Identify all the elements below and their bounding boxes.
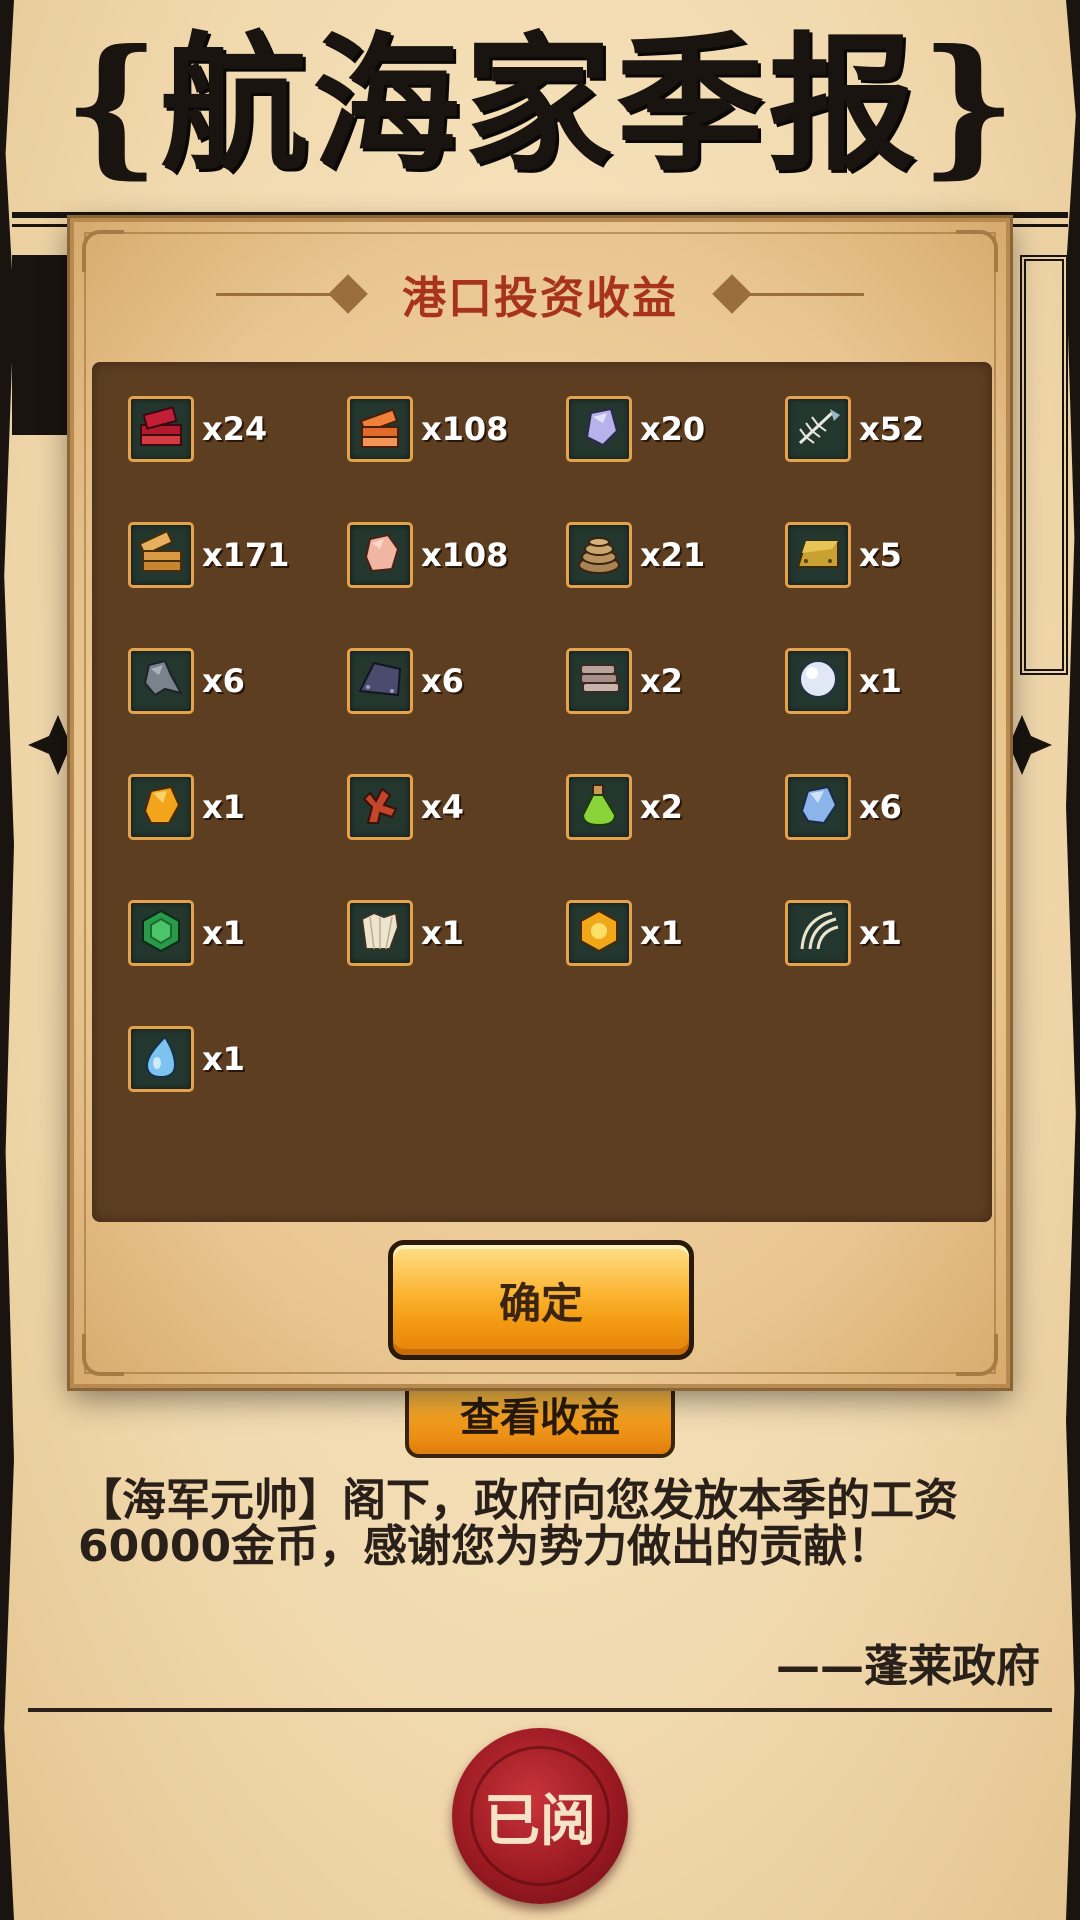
item-count: x108 [421,410,509,448]
reward-item[interactable]: x1 [566,900,785,1026]
amber-gem-icon [128,774,194,840]
reward-item[interactable]: x20 [566,396,785,522]
item-count: x1 [202,788,245,826]
item-count: x4 [421,788,464,826]
letter-signature: ——蓬莱政府 [776,1641,1040,1692]
pink-stone-icon [347,522,413,588]
rope-coil-icon [566,522,632,588]
item-count: x5 [859,536,902,574]
title-flourish-left [216,274,368,314]
item-count: x20 [640,410,706,448]
reward-item[interactable]: x171 [128,522,347,648]
title-flourish-right [712,274,864,314]
masthead-bracket-right: } [920,17,1017,193]
shell-fan-icon [347,900,413,966]
bottom-divider [28,1708,1052,1712]
reward-grid: x24 x108 x20 x52 x171 x108 x21 x5 x6 x6 x2 x1 x1 x4 x2… [128,396,1004,1152]
red-coral-icon [347,774,413,840]
item-count: x21 [640,536,706,574]
item-count: x1 [421,914,464,952]
reward-item[interactable]: x24 [128,396,347,522]
item-count: x6 [859,788,902,826]
red-wood-planks-icon [128,396,194,462]
item-count: x2 [640,788,683,826]
item-count: x171 [202,536,290,574]
reward-item[interactable]: x1 [128,900,347,1026]
purple-crystal-icon [566,396,632,462]
pearl-icon [785,648,851,714]
reward-item[interactable]: x1 [347,900,566,1026]
reward-item[interactable]: x2 [566,774,785,900]
gold-ingot-icon [785,522,851,588]
letter-text: 【海军元帅】阁下，政府向您发放本季的工资60000金币，感谢您为势力做出的贡献！ [78,1475,958,1572]
blue-crystal-icon [785,774,851,840]
item-count: x6 [202,662,245,700]
water-drop-icon [128,1026,194,1092]
iron-plate-icon [347,648,413,714]
modal-header: 港口投资收益 [74,264,1006,324]
cloth-bolts-icon [566,648,632,714]
column-frame-right [1020,255,1068,675]
modal-title: 港口投资收益 [402,273,678,324]
corner-ornament-bl [82,1334,124,1376]
animal-rib-bones-icon [785,900,851,966]
item-count: x52 [859,410,925,448]
column-block-left [12,255,76,435]
reward-item[interactable]: x1 [785,900,1004,1026]
reward-item[interactable]: x6 [347,648,566,774]
reward-item[interactable]: x1 [128,1026,347,1152]
reward-item[interactable]: x5 [785,522,1004,648]
item-count: x108 [421,536,509,574]
emerald-hexagon-icon [128,900,194,966]
item-count: x1 [202,1040,245,1078]
corner-ornament-br [956,1334,998,1376]
reward-item[interactable]: x108 [347,522,566,648]
item-count: x6 [421,662,464,700]
iron-ore-icon [128,648,194,714]
item-count: x2 [640,662,683,700]
reward-item[interactable]: x108 [347,396,566,522]
read-seal-button[interactable]: 已阅 [452,1728,628,1904]
item-count: x24 [202,410,268,448]
confirm-label: 确定 [498,1278,583,1328]
seal-label: 已阅 [484,1788,596,1854]
reward-item[interactable]: x6 [785,774,1004,900]
green-potion-icon [566,774,632,840]
item-count: x1 [202,914,245,952]
confirm-button[interactable]: 确定 [388,1240,694,1360]
gold-hexagon-gem-icon [566,900,632,966]
port-investment-modal: 港口投资收益 x24 x108 x20 x52 x171 x108 x21 x5 x6 x6 x2 x… [70,218,1010,1388]
fish-bone-icon [785,396,851,462]
newspaper-masthead: { 航海家季报 } [0,10,1080,200]
reward-item[interactable]: x1 [785,648,1004,774]
reward-item[interactable]: x52 [785,396,1004,522]
reward-item[interactable]: x6 [128,648,347,774]
reward-item[interactable]: x21 [566,522,785,648]
wood-log-planks-icon [128,522,194,588]
item-count: x1 [859,914,902,952]
reward-item[interactable]: x1 [128,774,347,900]
masthead-bracket-left: { [63,17,160,193]
masthead-title: 航海家季报 [160,19,920,191]
item-count: x1 [640,914,683,952]
reward-panel: x24 x108 x20 x52 x171 x108 x21 x5 x6 x6 x2 x1 x1 x4 x2… [92,362,992,1222]
item-count: x1 [859,662,902,700]
orange-wood-planks-icon [347,396,413,462]
reward-item[interactable]: x2 [566,648,785,774]
reward-item[interactable]: x4 [347,774,566,900]
